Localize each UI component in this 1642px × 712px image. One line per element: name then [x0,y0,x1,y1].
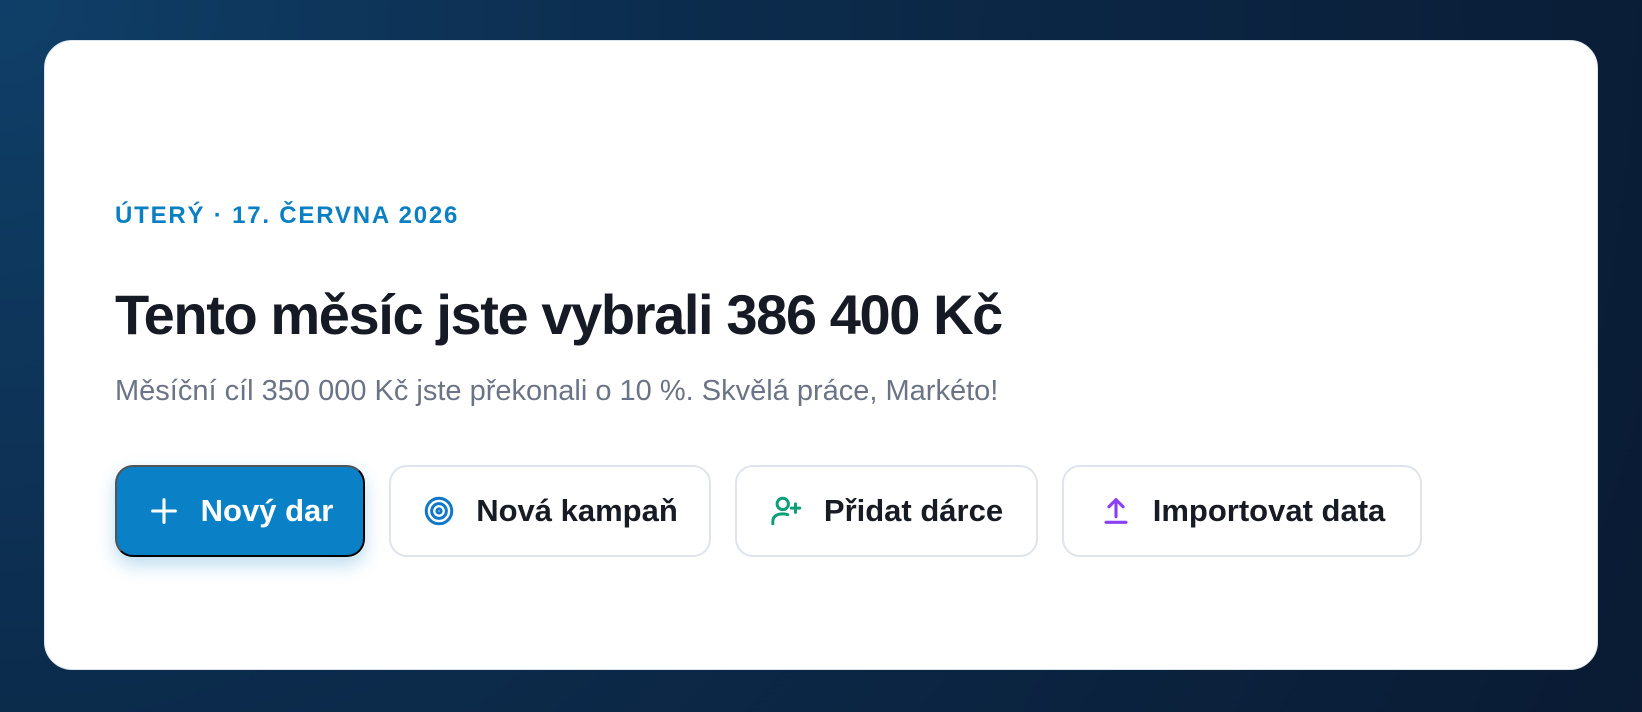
target-icon [422,494,456,528]
new-campaign-label: Nová kampaň [476,493,678,528]
new-campaign-button[interactable]: Nová kampaň [389,465,711,557]
new-donation-button[interactable]: Nový dar [115,465,365,557]
quick-actions: Nový dar Nová kampaň Přidat dárce Import… [115,465,1422,557]
page-title: Tento měsíc jste vybrali 386 400 Kč [115,283,1003,346]
add-donor-button[interactable]: Přidat dárce [735,465,1038,557]
import-data-label: Importovat data [1152,493,1386,528]
add-donor-label: Přidat dárce [823,493,1004,528]
import-data-button[interactable]: Importovat data [1062,465,1422,557]
plus-icon [147,494,181,528]
summary-subtitle: Měsíční cíl 350 000 Kč jste překonali o … [115,375,999,407]
new-donation-label: Nový dar [200,493,334,528]
summary-card: ÚTERÝ · 17. ČERVNA 2026 Tento měsíc jste… [44,40,1598,670]
add-user-icon [770,494,804,528]
date-label: ÚTERÝ · 17. ČERVNA 2026 [115,202,460,229]
upload-icon [1099,494,1133,528]
